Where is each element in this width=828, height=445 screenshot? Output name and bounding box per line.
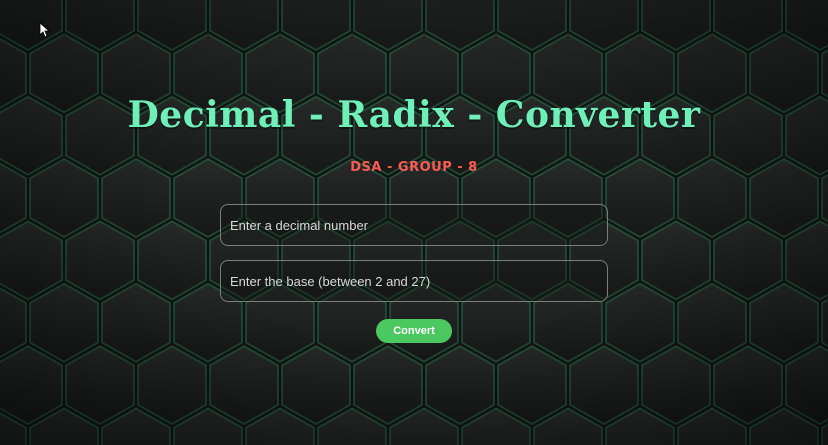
page-title: Decimal - Radix - Converter — [127, 94, 701, 136]
base-input[interactable] — [220, 260, 608, 302]
convert-button[interactable]: Convert — [376, 319, 452, 343]
page-subtitle: DSA - GROUP - 8 — [350, 160, 478, 175]
mouse-pointer-icon — [39, 22, 51, 38]
decimal-number-input[interactable] — [220, 204, 608, 246]
app-window: Decimal - Radix - Converter DSA - GROUP … — [0, 0, 828, 445]
